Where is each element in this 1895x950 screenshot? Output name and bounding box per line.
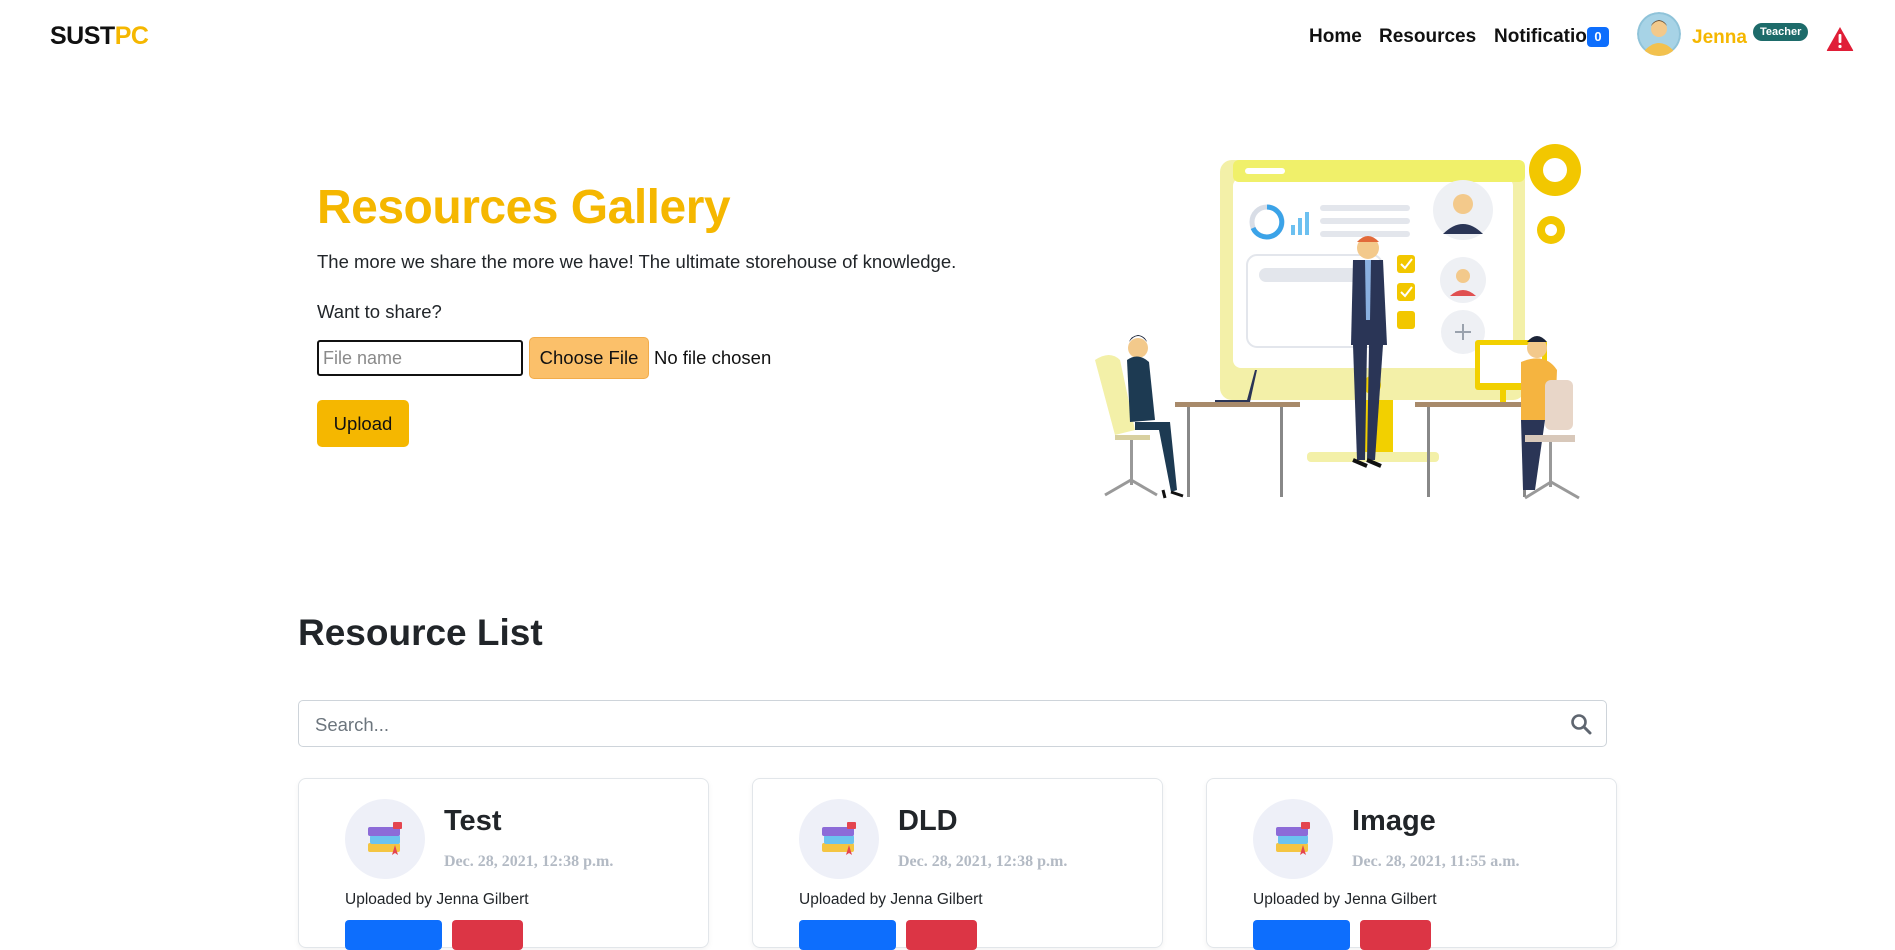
card-uploader: Uploaded by Jenna Gilbert [799,891,983,908]
card-uploader: Uploaded by Jenna Gilbert [1253,891,1437,908]
card-uploader: Uploaded by Jenna Gilbert [345,891,529,908]
office-team-illustration [1075,130,1595,500]
card-title[interactable]: Image [1352,805,1436,838]
upload-button[interactable]: Upload [317,400,409,447]
user-name-link[interactable]: Jenna [1692,27,1747,49]
search-icon[interactable] [1570,713,1592,735]
books-icon [345,799,425,879]
resource-list-title: Resource List [298,612,543,653]
books-icon [799,799,879,879]
nav-home-link[interactable]: Home [1309,26,1362,48]
card-date: Dec. 28, 2021, 12:38 p.m. [898,853,1068,870]
card-title[interactable]: Test [444,805,501,838]
brand-logo[interactable]: SUSTPC [50,22,149,51]
top-navbar: SUSTPC Home Resources Notification 0 Jen… [0,0,1895,76]
download-button[interactable] [1253,920,1350,950]
brand-text-accent: PC [114,22,149,50]
page-title: Resources Gallery [317,181,731,234]
page-subtitle: The more we share the more we have! The … [317,251,957,272]
share-prompt-label: Want to share? [317,301,442,322]
notification-count-badge: 0 [1587,27,1609,47]
resource-card: DLD Dec. 28, 2021, 12:38 p.m. Uploaded b… [752,778,1163,950]
download-button[interactable] [799,920,896,950]
card-date: Dec. 28, 2021, 11:55 a.m. [1352,853,1520,870]
user-avatar-icon[interactable] [1637,12,1681,56]
delete-button[interactable] [906,920,977,950]
books-icon [1253,799,1333,879]
warning-triangle-icon[interactable] [1826,26,1854,52]
role-badge: Teacher [1753,23,1809,41]
card-date: Dec. 28, 2021, 12:38 p.m. [444,853,614,870]
no-file-chosen-text: No file chosen [654,347,772,368]
brand-text-primary: SUST [50,22,115,50]
download-button[interactable] [345,920,442,950]
file-name-input[interactable] [317,340,523,376]
delete-button[interactable] [1360,920,1431,950]
resource-search-input[interactable] [313,701,1547,748]
choose-file-button[interactable]: Choose File [529,337,649,379]
nav-resources-link[interactable]: Resources [1379,26,1476,48]
nav-notification-link[interactable]: Notification [1494,26,1599,48]
delete-button[interactable] [452,920,523,950]
card-title[interactable]: DLD [898,805,958,838]
resource-card: Test Dec. 28, 2021, 12:38 p.m. Uploaded … [298,778,709,950]
resource-search-box [298,700,1607,748]
resource-card: Image Dec. 28, 2021, 11:55 a.m. Uploaded… [1206,778,1617,950]
